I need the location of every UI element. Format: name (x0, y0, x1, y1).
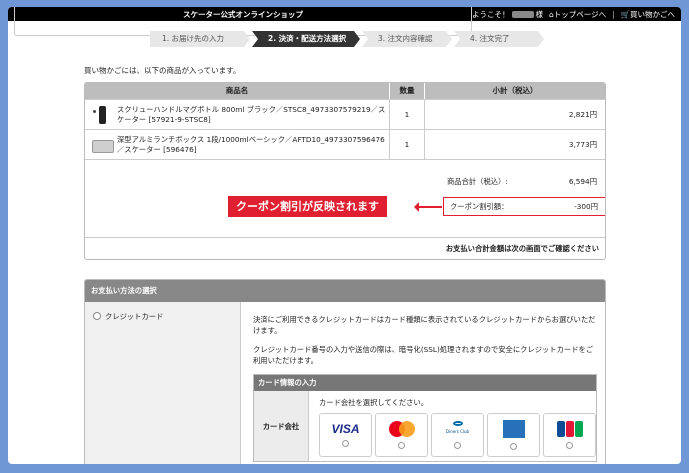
top-bar: スケーター公式オンラインショップ ようこそ！様 ⌂トップページへ | 🛒買い物か… (8, 7, 681, 36)
payment-section-title: お支払い方法の選択 (85, 280, 605, 302)
table-row: 深型アルミランチボックス 1段/1000mlベーシック／AFTD10_49733… (85, 129, 605, 159)
card-company-label: カード会社 (254, 391, 309, 461)
credit-card-label[interactable]: クレジットカード (105, 312, 163, 322)
payment-section: お支払い方法の選択 クレジットカード 決済にご利用できるクレジットカードはカード… (84, 279, 606, 464)
header-separator: | (612, 9, 615, 19)
cart-header-row: 商品名 数量 小計（税込） (85, 83, 605, 99)
amex-logo-icon (502, 420, 525, 438)
step-payment: 2. 決済・配送方法選択 (252, 31, 360, 47)
diners-logo-icon: Diners Club (444, 421, 472, 437)
product-qty: 1 (390, 130, 425, 159)
brand-mastercard[interactable] (375, 413, 428, 457)
lunchbox-thumbnail[interactable] (91, 135, 114, 155)
brand-diners[interactable]: Diners Club (431, 413, 484, 457)
callout-arrow-icon (414, 202, 442, 212)
top-page-link[interactable]: ⌂トップページへ (549, 9, 606, 20)
redacted-username (511, 11, 534, 18)
coupon-discount-row: クーポン割引額： -300円 (443, 197, 605, 216)
visa-logo-icon: VISA (331, 421, 360, 436)
product-subtotal: 3,773円 (568, 139, 597, 149)
visa-radio[interactable] (342, 439, 349, 447)
total-label: 商品合計（税込）: (447, 177, 508, 186)
card-description: 決済にご利用できるクレジットカードはカード種類に表示されているクレジットカードか… (253, 315, 596, 335)
totals-area: 商品合計（税込）: 6,594円 クーポン割引が反映されます クーポン割引額： … (85, 159, 605, 237)
card-company-prompt: カード会社を選択してください。 (319, 398, 429, 407)
header-subtotal: 小計（税込） (492, 86, 538, 95)
brand-visa[interactable]: VISA (319, 413, 372, 457)
card-info-box: カード情報の入力 カード会社 カード会社を選択してください。 VISA Dine… (253, 374, 597, 462)
browser-page: スケーター公式オンラインショップ ようこそ！様 ⌂トップページへ | 🛒買い物か… (8, 7, 681, 464)
product-name[interactable]: スクリューハンドルマグボトル 800ml ブラック／STSC8_49733075… (117, 105, 389, 125)
header-product-name: 商品名 (85, 83, 390, 99)
header-qty: 数量 (390, 83, 425, 99)
bottle-thumbnail[interactable] (91, 105, 113, 125)
jcb-radio[interactable] (566, 442, 573, 449)
coupon-label: クーポン割引額： (450, 201, 509, 211)
confirm-note: お支払い合計金額は次の画面でご確認ください (85, 237, 605, 259)
coupon-callout: クーポン割引が反映されます (228, 196, 387, 217)
product-total-row: 商品合計（税込）: 6,594円 (447, 177, 597, 187)
product-subtotal: 2,821円 (568, 109, 597, 119)
brand-amex[interactable] (487, 413, 540, 457)
ssl-description: クレジットカード番号の入力や送信の際は、暗号化(SSL)処理されますので安全にク… (253, 345, 594, 365)
cart-intro: 買い物かごには、以下の商品が入っています。 (84, 66, 241, 75)
header-links: ようこそ！様 ⌂トップページへ | 🛒買い物かごへ (472, 9, 675, 20)
credit-card-radio[interactable] (93, 312, 101, 320)
product-name[interactable]: 深型アルミランチボックス 1段/1000mlベーシック／AFTD10_49733… (117, 135, 389, 155)
checkout-steps: 1. お届け先の入力 2. 決済・配送方法選択 3. 注文内容確認 4. 注文完… (150, 31, 546, 47)
coupon-value: -300円 (574, 201, 598, 211)
mastercard-logo-icon (388, 421, 415, 437)
welcome-text: ようこそ！様 (472, 9, 543, 19)
payment-method-option[interactable]: クレジットカード (85, 302, 241, 464)
diners-radio[interactable] (454, 442, 461, 449)
brand-jcb[interactable] (543, 413, 596, 457)
total-value: 6,594円 (568, 177, 597, 186)
amex-radio[interactable] (510, 443, 517, 450)
table-row: スクリューハンドルマグボトル 800ml ブラック／STSC8_49733075… (85, 99, 605, 129)
step-confirm: 3. 注文内容確認 (362, 31, 452, 47)
card-info-title: カード情報の入力 (254, 375, 596, 391)
cart-table: 商品名 数量 小計（税込） スクリューハンドルマグボトル 800ml ブラック／… (84, 82, 606, 260)
jcb-logo-icon (556, 421, 583, 437)
cart-link[interactable]: 🛒買い物かごへ (621, 9, 675, 20)
mastercard-radio[interactable] (398, 442, 405, 449)
payment-details: 決済にご利用できるクレジットカードはカード種類に表示されているクレジットカードか… (241, 302, 605, 464)
step-delivery: 1. お届け先の入力 (150, 31, 250, 47)
card-brand-list: VISA Diners Club (319, 413, 596, 457)
step-complete: 4. 注文完了 (454, 31, 544, 47)
product-qty: 1 (390, 100, 425, 129)
